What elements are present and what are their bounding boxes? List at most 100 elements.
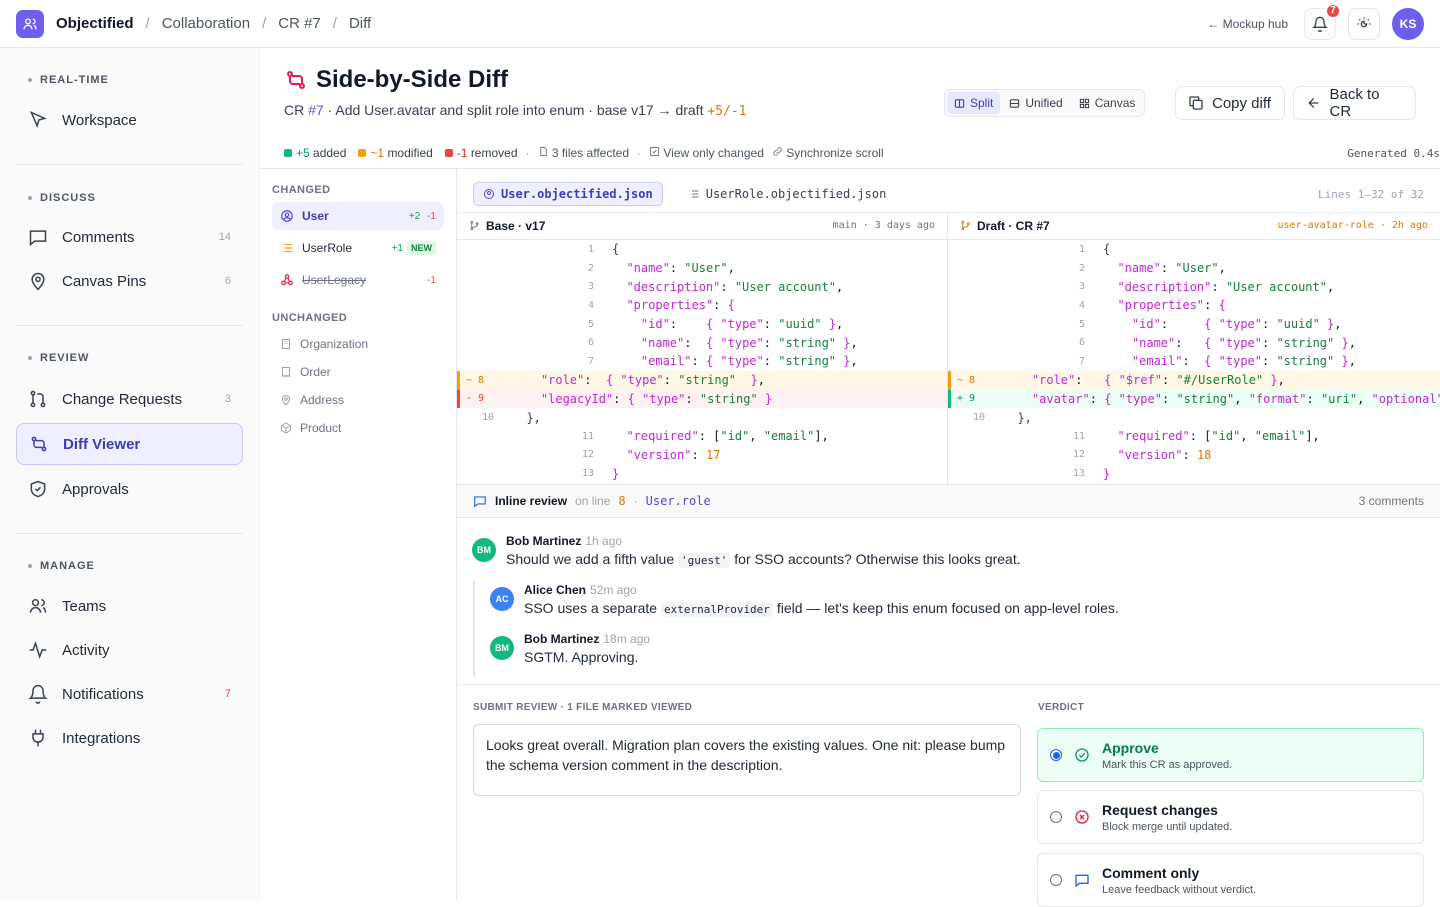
draft-pane-header: Draft · CR #7 user-avatar-role · 2h ago (948, 212, 1440, 240)
chat-icon (474, 496, 486, 508)
sun-moon-icon (1357, 16, 1371, 27)
notifications-button[interactable]: 7 (1304, 2, 1341, 40)
rows-icon (1010, 98, 1020, 108)
base-pane: Base · v17 main · 3 days ago 1{ 2 "name"… (457, 212, 947, 484)
verdict-request-changes[interactable]: Request changes Block merge until updated… (1037, 790, 1424, 844)
notification-badge: 7 (1325, 2, 1341, 19)
users-icon (29, 599, 47, 613)
request-changes-radio[interactable] (1050, 811, 1062, 823)
chat-icon (29, 230, 47, 247)
link-icon (773, 147, 782, 156)
approve-radio[interactable] (1050, 749, 1062, 761)
breadcrumb: Objectified / Collaboration / CR #7 / Di… (56, 15, 372, 32)
field-link[interactable]: User.role (646, 494, 711, 508)
lines-indicator: Lines 1–32 of 32 (1318, 187, 1424, 201)
map-pin-icon (281, 395, 291, 406)
verdict-approve[interactable]: Approve Mark this CR as approved. (1037, 728, 1424, 782)
file-item-user[interactable]: User +2 -1 (272, 202, 444, 230)
view-only-changed-toggle[interactable]: View only changed (649, 146, 764, 160)
base-pane-header: Base · v17 main · 3 days ago (457, 212, 947, 240)
draft-added-line[interactable]: + 9 "avatar": { "type": "string", "forma… (948, 389, 1440, 409)
comment-only-radio[interactable] (1050, 874, 1062, 886)
file-icon (539, 146, 547, 157)
grid-icon (1079, 98, 1089, 108)
draft-code: 1{ 2 "name": "User", 3 "description": "U… (948, 240, 1440, 483)
page-title: Side-by-Side Diff (316, 66, 509, 93)
generated-time: Generated 0.4s (1347, 146, 1440, 160)
checkbox-icon (649, 146, 660, 157)
base-modified-line[interactable]: ~ 8 "role": { "type": "string" }, (457, 370, 947, 390)
mockup-hub-link[interactable]: ← Mockup hub (1207, 17, 1288, 31)
view-mode-unified[interactable]: Unified (1002, 92, 1069, 114)
check-circle-icon (1075, 748, 1089, 762)
sidebar-item-canvas-pins[interactable]: Canvas Pins 6 (16, 260, 243, 302)
breadcrumb-diff: Diff (348, 15, 372, 32)
sidebar-item-integrations[interactable]: Integrations (16, 717, 243, 759)
sidebar-item-approvals[interactable]: Approvals (16, 468, 243, 510)
sync-scroll-toggle[interactable]: Synchronize scroll (772, 146, 884, 160)
back-to-cr-button[interactable]: Back to CR (1293, 86, 1416, 120)
cr-link[interactable]: #7 (308, 102, 324, 118)
sidebar-item-activity[interactable]: Activity (16, 629, 243, 671)
top-bar: Objectified / Collaboration / CR #7 / Di… (0, 0, 1440, 48)
removed-stat: -1 removed (444, 146, 518, 160)
tab-user-json[interactable]: User.objectified.json (473, 182, 663, 206)
modified-stat: ~1 modified (358, 146, 433, 160)
sidebar-item-diff-viewer[interactable]: Diff Viewer (16, 423, 243, 465)
file-item-userrole[interactable]: UserRole +1 NEW (272, 234, 444, 262)
file-item-userlegacy[interactable]: UserLegacy -1 (272, 266, 444, 294)
sidebar-item-comments[interactable]: Comments 14 (16, 216, 243, 258)
diff-file-tabs: User.objectified.json UserRole.objectifi… (457, 176, 1440, 212)
verdict-title: VERDICT (1038, 702, 1084, 713)
view-mode-split[interactable]: Split (947, 92, 1001, 114)
sidebar-item-teams[interactable]: Teams (16, 585, 243, 627)
sidebar: REAL-TIME Workspace DISCUSS Comments 14 … (0, 48, 260, 900)
base-removed-line[interactable]: - 9 "legacyId": { "type": "string" } (457, 389, 947, 409)
sidebar-item-notifications[interactable]: Notifications 7 (16, 673, 243, 715)
file-list: CHANGED User +2 -1 UserRole +1 NEW UserLe… (260, 176, 456, 900)
receipt-icon (282, 367, 290, 378)
page-subtitle: CR #7 · Add User.avatar and split role i… (284, 102, 747, 119)
review-textarea[interactable]: Looks great overall. Migration plan cove… (473, 724, 1021, 796)
plug-icon (32, 729, 44, 747)
base-code: 1{ 2 "name": "User", 3 "description": "U… (457, 240, 947, 483)
sidebar-item-change-requests[interactable]: Change Requests 3 (16, 378, 243, 420)
sidebar-item-workspace[interactable]: Workspace (16, 99, 243, 141)
draft-pane: Draft · CR #7 user-avatar-role · 2h ago … (948, 212, 1440, 484)
avatar: BM (472, 538, 496, 562)
copy-icon (1189, 96, 1203, 110)
section-manage: MANAGE (16, 559, 243, 573)
bell-icon (28, 684, 48, 704)
arrow-left-icon (1308, 98, 1319, 108)
unchanged-files-title: UNCHANGED (272, 312, 348, 324)
file-item-product[interactable]: Product (272, 414, 444, 442)
file-item-organization[interactable]: Organization (272, 330, 444, 358)
app-logo[interactable] (16, 9, 44, 38)
files-affected: 3 files affected (538, 146, 629, 160)
view-mode-canvas[interactable]: Canvas (1072, 92, 1143, 114)
file-item-address[interactable]: Address (272, 386, 444, 414)
verdict-comment-only[interactable]: Comment only Leave feedback without verdi… (1037, 853, 1424, 907)
added-stat: +5 added (284, 146, 346, 160)
cursor-icon (29, 111, 47, 129)
comment-2: AC Alice Chen 52m ago SSO uses a separate… (490, 581, 1119, 617)
avatar: BM (490, 636, 514, 660)
x-circle-icon (1075, 810, 1089, 824)
changed-files-title: CHANGED (272, 184, 331, 196)
section-review: REVIEW (16, 351, 243, 365)
app-name[interactable]: Objectified (56, 15, 134, 32)
chat-icon (1075, 874, 1089, 888)
breadcrumb-collaboration[interactable]: Collaboration (162, 15, 250, 32)
tab-userrole-json[interactable]: UserRole.objectified.json (679, 182, 896, 206)
list-icon (689, 190, 699, 198)
copy-diff-button[interactable]: Copy diff (1175, 86, 1285, 120)
user-avatar[interactable]: KS (1392, 7, 1424, 40)
theme-toggle-button[interactable] (1348, 7, 1380, 40)
view-mode-toggle: Split Unified Canvas (944, 89, 1146, 117)
molecule-icon (281, 274, 293, 286)
file-item-order[interactable]: Order (272, 358, 444, 386)
draft-modified-line[interactable]: ~ 8 "role": { "$ref": "#/UserRole" }, (948, 370, 1440, 390)
comment-1: BM Bob Martinez 1h ago Should we add a fi… (472, 532, 1021, 568)
breadcrumb-cr[interactable]: CR #7 (278, 15, 321, 32)
avatar: AC (490, 587, 514, 611)
